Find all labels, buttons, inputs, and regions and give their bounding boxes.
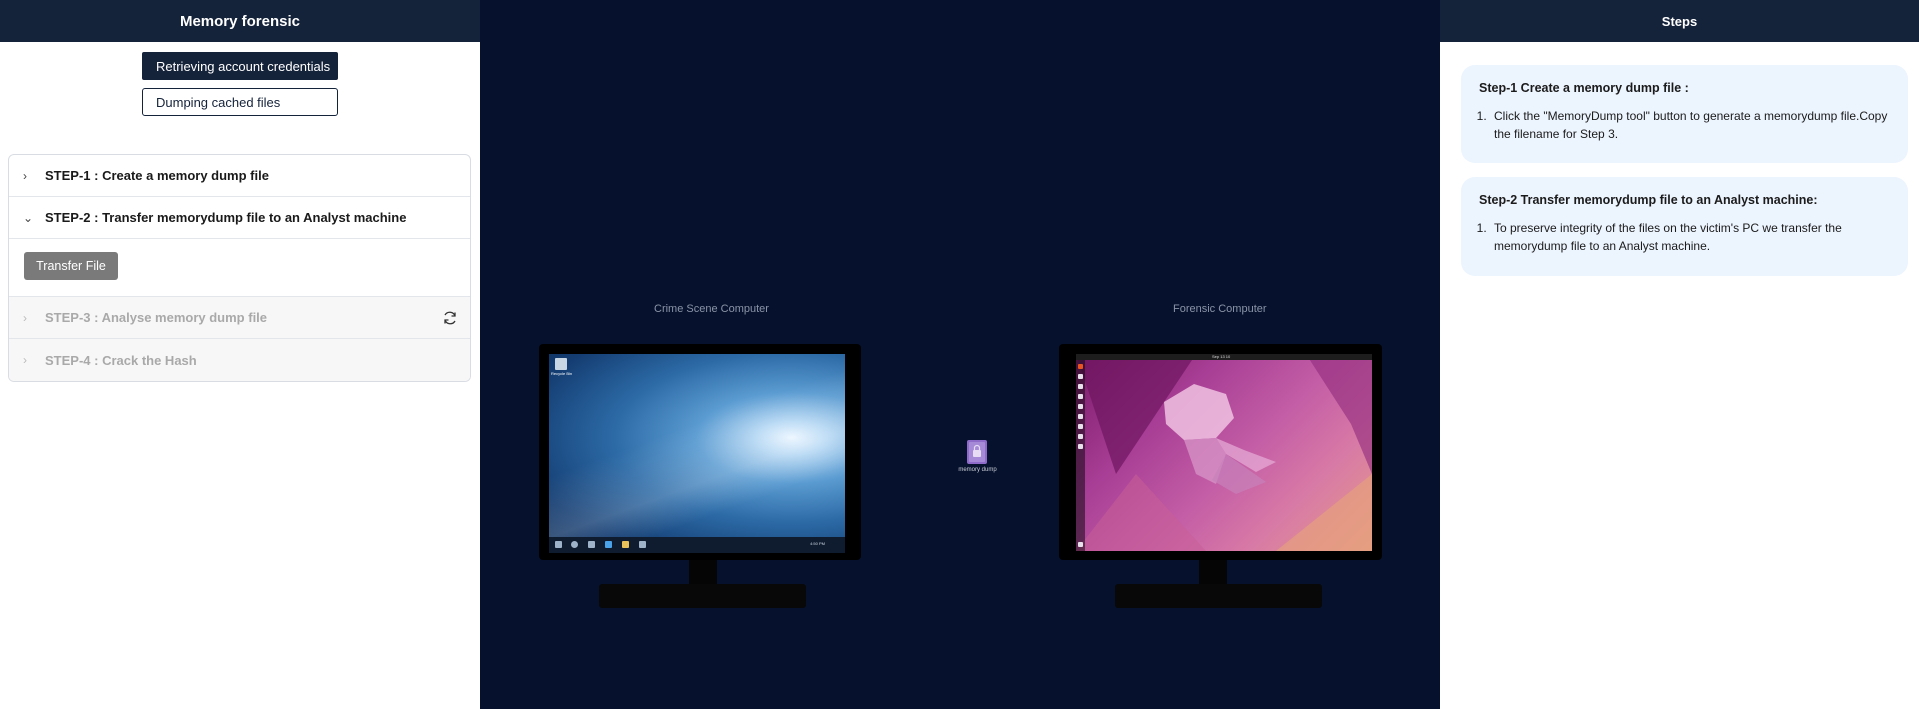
mode-retrieving-credentials-button[interactable]: Retrieving account credentials: [142, 52, 338, 80]
accordion-step-2-label: STEP-2 : Transfer memorydump file to an …: [45, 210, 407, 225]
accordion-step-3-label: STEP-3 : Analyse memory dump file: [45, 310, 268, 325]
steps-accordion: › STEP-1 : Create a memory dump file ⌄ S…: [8, 154, 471, 382]
accordion-step-2[interactable]: ⌄ STEP-2 : Transfer memorydump file to a…: [9, 197, 470, 239]
refresh-icon[interactable]: [442, 310, 458, 326]
windows-desktop-screen[interactable]: Recycle Bin 4:50 PM: [549, 354, 845, 553]
folder-icon[interactable]: [622, 541, 629, 548]
left-panel-title: Memory forensic: [0, 0, 480, 42]
files-icon[interactable]: [1078, 384, 1083, 389]
chevron-right-icon: ›: [23, 310, 27, 325]
apps-grid-icon[interactable]: [1078, 542, 1083, 547]
ubuntu-clock: Sep 13 10: [1212, 354, 1231, 359]
thunderbird-icon[interactable]: [1078, 374, 1083, 379]
accordion-step-4-label: STEP-4 : Crack the Hash: [45, 352, 197, 368]
transfer-file-button[interactable]: Transfer File: [24, 252, 118, 280]
ubuntu-top-bar: Sep 13 10: [1076, 354, 1372, 360]
step-card-2-heading: Step-2 Transfer memorydump file to an An…: [1479, 193, 1818, 207]
left-panel: Memory forensic Retrieving account crede…: [0, 0, 480, 709]
ubuntu-dock: [1076, 360, 1085, 551]
forensic-computer-label: Forensic Computer: [1173, 303, 1267, 315]
jellyfish-wallpaper: [1076, 354, 1372, 551]
crime-monitor-stand-base: [599, 584, 806, 608]
step-card-1-item: Click the "MemoryDump tool" button to ge…: [1490, 107, 1890, 143]
accordion-step-2-body: Transfer File: [9, 239, 470, 297]
search-icon[interactable]: [571, 541, 578, 548]
store-icon[interactable]: [639, 541, 646, 548]
accordion-step-1-label: STEP-1 : Create a memory dump file: [45, 168, 269, 183]
step-card-2: Step-2 Transfer memorydump file to an An…: [1461, 177, 1908, 276]
firefox-icon[interactable]: [1078, 364, 1083, 369]
chevron-right-icon: ›: [23, 168, 27, 183]
step-card-1-heading: Step-1 Create a memory dump file :: [1479, 81, 1689, 95]
accordion-step-3: › STEP-3 : Analyse memory dump file: [9, 297, 470, 339]
trash-icon[interactable]: [1078, 444, 1083, 449]
crime-scene-computer-label: Crime Scene Computer: [654, 303, 769, 315]
chevron-down-icon: ⌄: [23, 210, 34, 225]
start-icon[interactable]: [555, 541, 562, 548]
mode-dumping-cached-files-button[interactable]: Dumping cached files: [142, 88, 338, 116]
step-card-1: Step-1 Create a memory dump file : Click…: [1461, 65, 1908, 163]
windows-taskbar: 4:50 PM: [549, 537, 845, 553]
accordion-step-1[interactable]: › STEP-1 : Create a memory dump file: [9, 155, 470, 197]
memory-dump-file-icon[interactable]: [966, 439, 988, 465]
writer-icon[interactable]: [1078, 404, 1083, 409]
taskbar-clock: 4:50 PM: [810, 541, 825, 546]
step-card-2-item: To preserve integrity of the files on th…: [1490, 219, 1890, 255]
task-view-icon[interactable]: [588, 541, 595, 548]
recycle-bin-icon[interactable]: [555, 358, 567, 370]
rhythmbox-icon[interactable]: [1078, 394, 1083, 399]
memory-dump-file-label: memory dump: [958, 467, 997, 473]
chevron-right-icon: ›: [23, 353, 27, 367]
terminal-icon[interactable]: [1078, 434, 1083, 439]
edge-icon[interactable]: [605, 541, 612, 548]
software-icon[interactable]: [1078, 414, 1083, 419]
accordion-step-4: › STEP-4 : Crack the Hash: [9, 339, 470, 381]
help-icon[interactable]: [1078, 424, 1083, 429]
steps-panel-title: Steps: [1440, 0, 1919, 42]
recycle-bin-label: Recycle Bin: [551, 371, 573, 376]
windows-wallpaper-light: [549, 354, 845, 553]
forensic-monitor-stand-base: [1115, 584, 1322, 608]
ubuntu-desktop-screen[interactable]: Sep 13 10: [1076, 354, 1372, 551]
